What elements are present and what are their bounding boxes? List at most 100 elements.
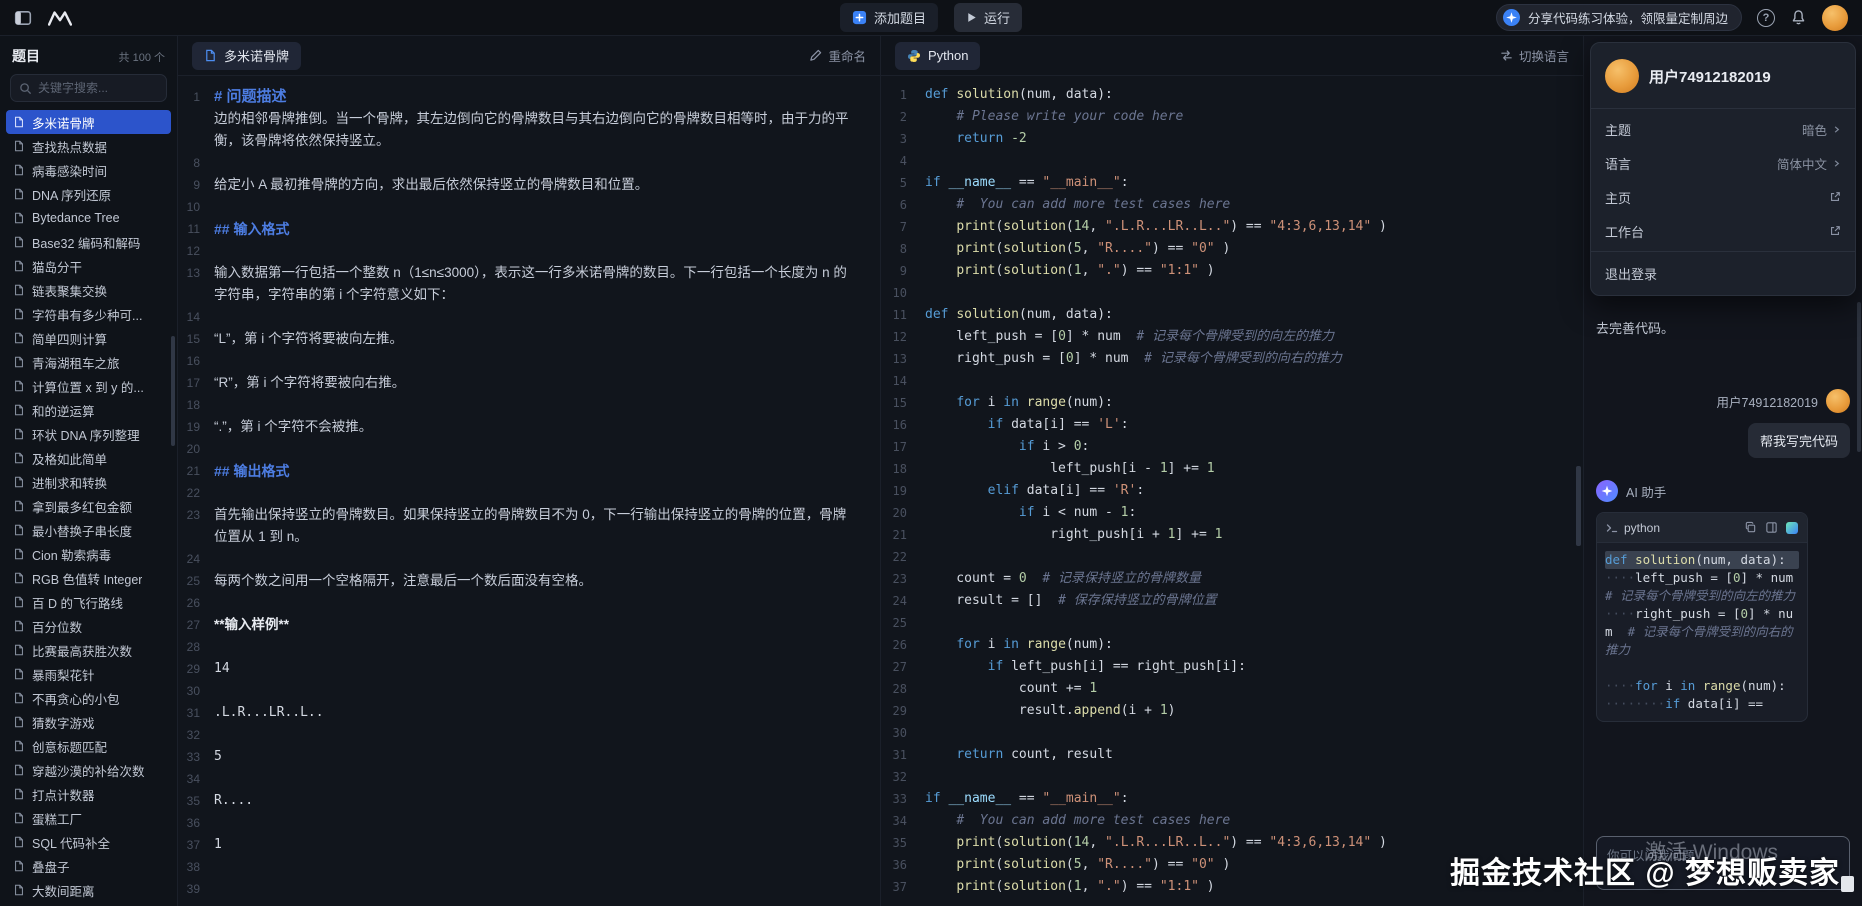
- sidebar-problem-item[interactable]: DNA 序列还原: [6, 182, 171, 206]
- code-line[interactable]: 34 # You can add more test cases here: [881, 810, 1583, 832]
- code-line[interactable]: 30: [881, 722, 1583, 744]
- code-line[interactable]: 15 for i in range(num):: [881, 392, 1583, 414]
- editor-scrollbar[interactable]: [1576, 466, 1581, 546]
- code-line[interactable]: 4: [881, 150, 1583, 172]
- sidebar-problem-item[interactable]: 比赛最高获胜次数: [6, 638, 171, 662]
- search-input[interactable]: [38, 81, 158, 95]
- code-line[interactable]: 16 if data[i] == 'L':: [881, 414, 1583, 436]
- sidebar-problem-item[interactable]: 字符串有多少种可...: [6, 302, 171, 326]
- promo-banner-button[interactable]: 分享代码练习体验，领限量定制周边: [1496, 4, 1742, 31]
- sidebar-problem-item[interactable]: 计算位置 x 到 y 的...: [6, 374, 171, 398]
- code-line[interactable]: 21 right_push[i + 1] += 1: [881, 524, 1583, 546]
- problem-tab[interactable]: 多米诺骨牌: [192, 42, 301, 70]
- code-line[interactable]: 14: [881, 370, 1583, 392]
- sidebar-problem-item[interactable]: 蛋糕工厂: [6, 806, 171, 830]
- search-box[interactable]: [10, 74, 167, 102]
- sidebar-problem-item[interactable]: 暴雨梨花针: [6, 662, 171, 686]
- sidebar-problem-item[interactable]: 百分位数: [6, 614, 171, 638]
- sidebar-problem-item[interactable]: 查找热点数据: [6, 134, 171, 158]
- sidebar-problem-item[interactable]: 链表聚集交换: [6, 278, 171, 302]
- sidebar-problem-item[interactable]: 青海湖租车之旅: [6, 350, 171, 374]
- code-line[interactable]: 33if __name__ == "__main__":: [881, 788, 1583, 810]
- code-line[interactable]: 17 if i > 0:: [881, 436, 1583, 458]
- problem-item-label: 猜数字游戏: [32, 713, 95, 732]
- user-avatar[interactable]: [1822, 5, 1848, 31]
- code-line[interactable]: 13 right_push = [0] * num # 记录每个骨牌受到的向右的…: [881, 348, 1583, 370]
- sidebar-problem-item[interactable]: 创意标题匹配: [6, 734, 171, 758]
- code-line[interactable]: 28 count += 1: [881, 678, 1583, 700]
- code-line[interactable]: 20 if i < num - 1:: [881, 502, 1583, 524]
- code-line[interactable]: 18 left_push[i - 1] += 1: [881, 458, 1583, 480]
- menu-item-home[interactable]: 主页: [1591, 180, 1855, 214]
- sidebar-problem-item[interactable]: 病毒感染时间: [6, 158, 171, 182]
- sidebar-problem-item[interactable]: Base32 编码和解码: [6, 230, 171, 254]
- sidebar-scrollbar[interactable]: [171, 336, 175, 446]
- sidebar-toggle-icon[interactable]: [14, 9, 32, 27]
- apply-code-icon[interactable]: [1786, 522, 1798, 534]
- sidebar-problem-item[interactable]: 不再贪心的小包: [6, 686, 171, 710]
- code-line[interactable]: 1def solution(num, data):: [881, 84, 1583, 106]
- switch-language-button[interactable]: 切换语言: [1500, 46, 1569, 65]
- sidebar-problem-item[interactable]: 猫岛分干: [6, 254, 171, 278]
- chat-username: 用户74912182019: [1717, 392, 1818, 411]
- help-icon[interactable]: ?: [1757, 9, 1775, 27]
- sidebar-problem-item[interactable]: 叠盘子: [6, 854, 171, 878]
- ai-message-header: AI 助手: [1596, 480, 1850, 502]
- menu-item-theme[interactable]: 主题 暗色: [1591, 112, 1855, 146]
- run-button[interactable]: 运行: [954, 3, 1022, 32]
- sidebar-problem-item[interactable]: 和的逆运算: [6, 398, 171, 422]
- code-line[interactable]: 26 for i in range(num):: [881, 634, 1583, 656]
- code-line[interactable]: 32: [881, 766, 1583, 788]
- sidebar-problem-item[interactable]: 穿越沙漠的补给次数: [6, 758, 171, 782]
- code-line[interactable]: 9 print(solution(1, ".") == "1:1" ): [881, 260, 1583, 282]
- sidebar-problem-item[interactable]: 最小替换子串长度: [6, 518, 171, 542]
- code-line[interactable]: 36 print(solution(5, "R....") == "0" ): [881, 854, 1583, 876]
- app-logo-icon[interactable]: [48, 10, 72, 26]
- code-editor-content[interactable]: 1def solution(num, data):2 # Please writ…: [881, 76, 1583, 906]
- code-line[interactable]: 5if __name__ == "__main__":: [881, 172, 1583, 194]
- code-line[interactable]: 2 # Please write your code here: [881, 106, 1583, 128]
- code-line[interactable]: 37 print(solution(1, ".") == "1:1" ): [881, 876, 1583, 898]
- sidebar-problem-item[interactable]: 百 D 的飞行路线: [6, 590, 171, 614]
- code-line[interactable]: 8 print(solution(5, "R....") == "0" ): [881, 238, 1583, 260]
- insert-code-icon[interactable]: [1765, 521, 1778, 534]
- code-line[interactable]: 25: [881, 612, 1583, 634]
- code-line[interactable]: 12 left_push = [0] * num # 记录每个骨牌受到的向左的推…: [881, 326, 1583, 348]
- sidebar-problem-item[interactable]: 打点计数器: [6, 782, 171, 806]
- code-line[interactable]: 29 result.append(i + 1): [881, 700, 1583, 722]
- sidebar-problem-item[interactable]: 及格如此简单: [6, 446, 171, 470]
- code-line[interactable]: 6 # You can add more test cases here: [881, 194, 1583, 216]
- language-tab[interactable]: Python: [895, 42, 980, 70]
- sidebar-problem-item[interactable]: 环状 DNA 序列整理: [6, 422, 171, 446]
- notifications-bell-icon[interactable]: [1790, 9, 1807, 26]
- sidebar-problem-item[interactable]: 大数间距离: [6, 878, 171, 902]
- code-line[interactable]: 35 print(solution(14, ".L.R...LR..L..") …: [881, 832, 1583, 854]
- menu-item-workspace[interactable]: 工作台: [1591, 214, 1855, 248]
- code-line[interactable]: 23 count = 0 # 记录保持竖立的骨牌数量: [881, 568, 1583, 590]
- menu-item-language[interactable]: 语言 简体中文: [1591, 146, 1855, 180]
- sidebar-problem-item[interactable]: 简单四则计算: [6, 326, 171, 350]
- code-line[interactable]: 10: [881, 282, 1583, 304]
- sidebar-problem-item[interactable]: 拿到最多红包金额: [6, 494, 171, 518]
- chat-scrollbar[interactable]: [1857, 302, 1861, 452]
- code-line[interactable]: 24 result = [] # 保存保持竖立的骨牌位置: [881, 590, 1583, 612]
- code-line[interactable]: 27 if left_push[i] == right_push[i]:: [881, 656, 1583, 678]
- rename-button[interactable]: 重命名: [809, 46, 866, 65]
- copy-icon[interactable]: [1744, 521, 1757, 534]
- menu-item-logout[interactable]: 退出登录: [1591, 255, 1855, 291]
- chat-input[interactable]: [1596, 836, 1850, 890]
- sidebar-problem-item[interactable]: Bytedance Tree: [6, 206, 171, 230]
- code-line[interactable]: 3 return -2: [881, 128, 1583, 150]
- code-line[interactable]: 31 return count, result: [881, 744, 1583, 766]
- code-line[interactable]: 19 elif data[i] == 'R':: [881, 480, 1583, 502]
- sidebar-problem-item[interactable]: RGB 色值转 Integer: [6, 566, 171, 590]
- sidebar-problem-item[interactable]: 猜数字游戏: [6, 710, 171, 734]
- code-line[interactable]: 22: [881, 546, 1583, 568]
- sidebar-problem-item[interactable]: SQL 代码补全: [6, 830, 171, 854]
- sidebar-problem-item[interactable]: Cion 勒索病毒: [6, 542, 171, 566]
- add-problem-button[interactable]: 添加题目: [840, 3, 938, 32]
- sidebar-problem-item[interactable]: 多米诺骨牌: [6, 110, 171, 134]
- code-line[interactable]: 11def solution(num, data):: [881, 304, 1583, 326]
- sidebar-problem-item[interactable]: 进制求和转换: [6, 470, 171, 494]
- code-line[interactable]: 7 print(solution(14, ".L.R...LR..L..") =…: [881, 216, 1583, 238]
